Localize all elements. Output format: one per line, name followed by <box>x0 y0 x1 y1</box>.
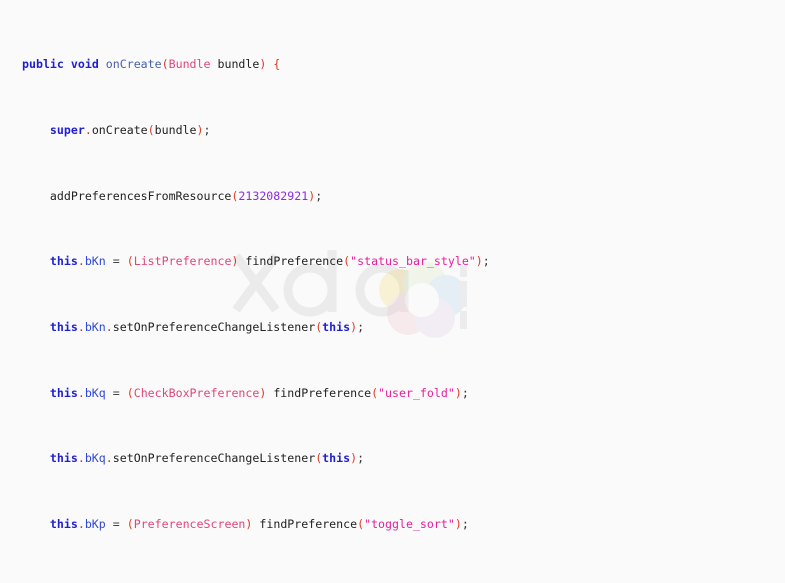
code-line: super.onCreate(bundle); <box>49 122 211 137</box>
code-viewer: public void onCreate(Bundle bundle) { su… <box>0 0 785 583</box>
code-line: this.bKq = (CheckBoxPreference) findPref… <box>49 385 469 400</box>
code-line: this.bKn = (ListPreference) findPreferen… <box>49 254 490 269</box>
code-line: public void onCreate(Bundle bundle) { <box>22 57 281 72</box>
code-line: addPreferencesFromResource(2132082921); <box>49 188 323 203</box>
code-line: this.bKq.setOnPreferenceChangeListener(t… <box>49 451 365 466</box>
code-line: this.bKp = (PreferenceScreen) findPrefer… <box>49 516 469 531</box>
source-code-block[interactable]: public void onCreate(Bundle bundle) { su… <box>0 0 785 583</box>
code-line: this.bKn.setOnPreferenceChangeListener(t… <box>49 319 365 334</box>
